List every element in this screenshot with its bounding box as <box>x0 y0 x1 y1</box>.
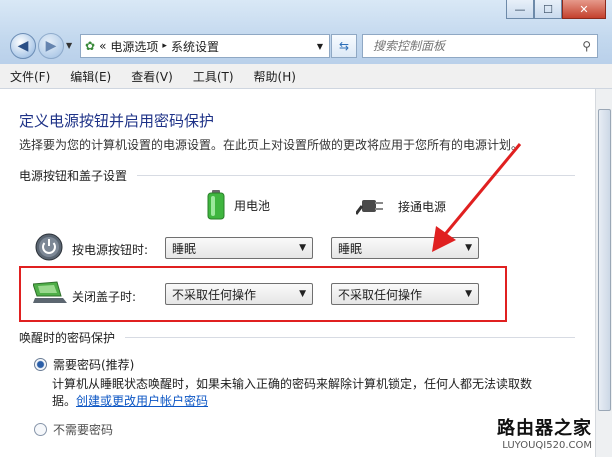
control-panel-icon: ✿ <box>85 39 96 53</box>
menu-view[interactable]: 查看(V) <box>121 68 183 85</box>
back-button[interactable]: ◀ <box>10 33 36 59</box>
laptop-lid-icon <box>33 281 67 303</box>
chevron-down-icon: ▼ <box>299 243 306 253</box>
minimize-button[interactable]: — <box>506 0 534 19</box>
require-password-desc-line2: 据。创建或更改用户帐户密码 <box>52 392 208 409</box>
refresh-icon: ⇆ <box>338 39 350 53</box>
require-password-option[interactable]: 需要密码(推荐) <box>34 356 134 373</box>
lid-close-plugged-select[interactable]: 不采取任何操作 ▼ <box>331 283 479 305</box>
address-bar[interactable]: ✿ « 电源选项 ▸ 系统设置 ▼ <box>80 34 330 58</box>
search-box[interactable]: ⚲ <box>362 34 598 58</box>
arrow-right-icon: ▶ <box>45 38 57 54</box>
breadcrumb-separator[interactable]: ▸ <box>162 41 167 51</box>
breadcrumb-power-options[interactable]: 电源选项 <box>110 38 158 55</box>
power-plug-icon <box>356 200 383 215</box>
annotation-arrow <box>432 143 522 252</box>
desc-suffix: 据。 <box>52 394 77 408</box>
power-button-label: 按电源按钮时: <box>72 243 149 257</box>
chevron-down-icon: ▼ <box>299 289 306 299</box>
power-button-battery-select[interactable]: 睡眠 ▼ <box>165 237 313 259</box>
menu-file[interactable]: 文件(F) <box>0 68 60 85</box>
maximize-button[interactable]: ☐ <box>534 0 562 19</box>
require-password-label: 需要密码(推荐) <box>53 358 135 372</box>
select-value: 睡眠 <box>338 241 363 256</box>
lid-close-battery-select[interactable]: 不采取任何操作 ▼ <box>165 283 313 305</box>
menu-tools[interactable]: 工具(T) <box>183 68 244 85</box>
search-input[interactable] <box>371 38 575 54</box>
power-section-title: 电源按钮和盖子设置 <box>19 169 128 183</box>
breadcrumb-prefix[interactable]: « <box>99 39 106 53</box>
change-password-link[interactable]: 创建或更改用户帐户密码 <box>76 394 208 408</box>
menu-edit[interactable]: 编辑(E) <box>60 68 121 85</box>
window-controls: — ☐ ✕ <box>506 0 606 20</box>
select-value: 不采取任何操作 <box>338 287 423 302</box>
arrow-left-icon: ◀ <box>17 38 29 54</box>
battery-column-header: 用电池 <box>206 190 270 220</box>
vertical-scrollbar[interactable] <box>595 89 612 457</box>
require-password-radio[interactable] <box>34 358 47 371</box>
wake-section-title: 唤醒时的密码保护 <box>19 331 116 345</box>
no-password-label: 不需要密码 <box>53 422 114 437</box>
no-password-option[interactable]: 不需要密码 <box>34 422 113 436</box>
close-button[interactable]: ✕ <box>562 0 606 19</box>
battery-icon <box>207 190 225 220</box>
page-title: 定义电源按钮并启用密码保护 <box>19 112 215 130</box>
address-dropdown-icon[interactable]: ▼ <box>317 42 323 51</box>
no-password-radio[interactable] <box>34 422 47 436</box>
select-value: 睡眠 <box>172 241 197 256</box>
select-value: 不采取任何操作 <box>172 287 257 302</box>
section-divider <box>125 337 575 338</box>
scrollbar-thumb[interactable] <box>598 109 611 411</box>
require-password-desc: 计算机从睡眠状态唤醒时，如果未输入正确的密码来解除计算机锁定，任何人都无法读取数 <box>52 377 533 391</box>
watermark: 路由器之家 LUYOUQI520.COM <box>497 414 592 451</box>
power-button-icon <box>35 233 63 261</box>
wake-section-header: 唤醒时的密码保护 <box>19 329 575 346</box>
menu-help[interactable]: 帮助(H) <box>244 68 306 85</box>
refresh-button[interactable]: ⇆ <box>331 34 357 58</box>
menu-bar: 文件(F) 编辑(E) 查看(V) 工具(T) 帮助(H) <box>0 64 612 89</box>
breadcrumb-system-settings[interactable]: 系统设置 <box>171 38 219 55</box>
watermark-title: 路由器之家 <box>497 418 592 439</box>
search-icon[interactable]: ⚲ <box>582 39 591 53</box>
forward-button[interactable]: ▶ <box>38 33 64 59</box>
watermark-url: LUYOUQI520.COM <box>502 440 592 451</box>
lid-close-label: 关闭盖子时: <box>72 290 137 304</box>
recent-pages-dropdown-icon[interactable]: ▼ <box>66 41 72 50</box>
battery-column-label: 用电池 <box>234 198 271 213</box>
chevron-down-icon: ▼ <box>465 289 472 299</box>
